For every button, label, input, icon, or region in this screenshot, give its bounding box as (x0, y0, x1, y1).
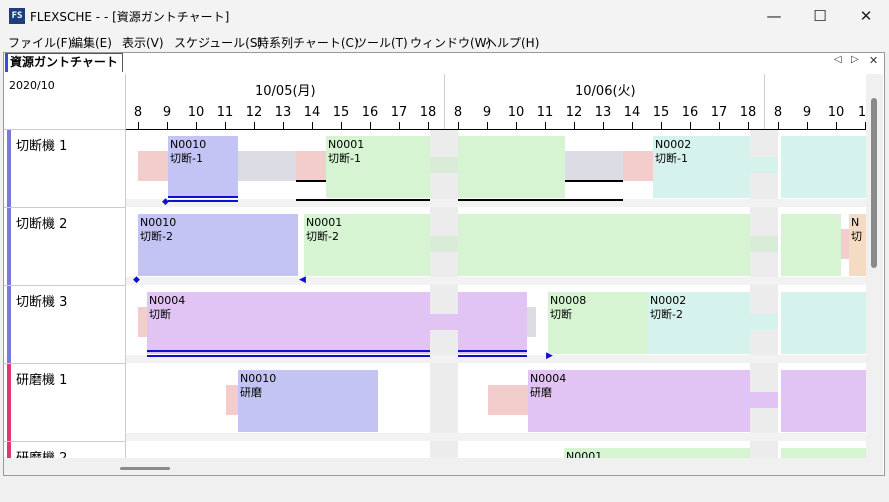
menu-view[interactable]: 表示(V) (122, 34, 164, 51)
hour-label: 9 (802, 105, 812, 120)
vertical-scroll-thumb[interactable] (871, 98, 877, 268)
hour-label: 9 (482, 105, 492, 120)
hour-label: 9 (162, 105, 172, 120)
resource-label[interactable]: 研磨機 2 (4, 442, 126, 458)
menu-file[interactable]: ファイル(F) (8, 34, 72, 51)
hour-label: 17 (710, 105, 728, 120)
operation-bar[interactable]: N0001 切断-2 (304, 214, 430, 276)
tab-resource-gantt[interactable]: 資源ガントチャート (5, 53, 123, 72)
operation-bar[interactable] (781, 214, 841, 276)
operation-bar[interactable] (781, 370, 866, 432)
operation-bar[interactable] (781, 292, 866, 354)
menu-edit[interactable]: 編集(E) (71, 34, 112, 51)
hour-label: 1 (857, 105, 866, 120)
operation-bar[interactable]: N0004 研磨 (528, 370, 750, 432)
operation-bar[interactable]: N0010 切断-1 (168, 136, 238, 198)
hour-label: 11 (216, 105, 234, 120)
hour-label: 13 (594, 105, 612, 120)
resource-label[interactable]: 切断機 1 (4, 130, 126, 208)
menu-help[interactable]: ヘルプ(H) (485, 34, 539, 51)
operation-bar[interactable]: N0001 切断-1 (326, 136, 430, 198)
tab-close-icon[interactable]: ✕ (869, 54, 878, 67)
title-bar: FS FLEXSCHE - - [資源ガントチャート] — ☐ ✕ (0, 0, 889, 32)
operation-bar[interactable] (458, 136, 565, 198)
operation-bar[interactable]: N0001 (564, 448, 750, 458)
hour-label: 17 (390, 105, 408, 120)
hour-label: 13 (274, 105, 292, 120)
operation-bar[interactable]: N0002 切断-1 (653, 136, 750, 198)
off-shift-band (430, 130, 458, 458)
window-title: FLEXSCHE - - [資源ガントチャート] (30, 10, 230, 24)
hour-label: 14 (303, 105, 321, 120)
hour-label: 11 (536, 105, 554, 120)
hour-label: 10 (187, 105, 205, 120)
operation-bar[interactable]: N0004 切断 (147, 292, 430, 354)
menu-bar: ファイル(F) 編集(E) 表示(V) スケジュール(S) 時系列チャート(C)… (0, 32, 889, 52)
link-marker-icon: ◀ (299, 275, 306, 285)
year-month-label: 2020/10 (9, 79, 55, 92)
link-marker-icon: ◆ (162, 197, 169, 207)
hour-label: 15 (652, 105, 670, 120)
operation-bar[interactable] (781, 136, 866, 198)
menu-tools[interactable]: ツール(T) (355, 34, 408, 51)
hour-label: 10 (827, 105, 845, 120)
app-icon: FS (9, 8, 25, 24)
menu-timeseries-chart[interactable]: 時系列チャート(C) (257, 34, 359, 51)
operation-bar[interactable] (458, 292, 527, 354)
hour-label: 16 (681, 105, 699, 120)
operation-bar[interactable]: N切 (849, 214, 866, 276)
hour-label: 18 (739, 105, 757, 120)
minimize-button[interactable]: — (751, 0, 797, 32)
hour-label: 12 (245, 105, 263, 120)
gantt-chart: 2020/10 10/05(月) 10/06(火) 8 9 10 11 12 1… (4, 74, 866, 458)
hour-label: 16 (361, 105, 379, 120)
operation-bar[interactable]: N0002 切断-2 (648, 292, 750, 354)
operation-bar[interactable]: N0010 切断-2 (138, 214, 298, 276)
resource-label[interactable]: 研磨機 1 (4, 364, 126, 442)
tab-prev-icon[interactable]: ◁ (834, 54, 842, 65)
hour-label: 12 (565, 105, 583, 120)
hour-label: 14 (623, 105, 641, 120)
menu-schedule[interactable]: スケジュール(S) (174, 34, 262, 51)
menu-window[interactable]: ウィンドウ(W) (410, 34, 491, 51)
hour-label: 10 (507, 105, 525, 120)
gantt-header-corner: 2020/10 (4, 74, 126, 130)
link-marker-icon: ◆ (133, 275, 140, 285)
tab-next-icon[interactable]: ▷ (851, 54, 859, 65)
resource-label[interactable]: 切断機 2 (4, 208, 126, 286)
hour-label: 15 (332, 105, 350, 120)
hour-scale: 8 9 10 11 12 13 14 15 16 17 18 8 9 10 11… (126, 74, 866, 130)
operation-bar[interactable] (781, 448, 866, 458)
operation-bar[interactable]: N0008 切断 (548, 292, 648, 354)
off-shift-band (750, 130, 778, 458)
close-button[interactable]: ✕ (843, 0, 889, 32)
maximize-button[interactable]: ☐ (797, 0, 843, 32)
gantt-rows: 切断機 1 切断機 2 切断機 3 研磨機 1 研磨機 2 N0010切断-1 … (4, 130, 866, 458)
hour-label: 8 (133, 105, 143, 120)
hour-label: 8 (453, 105, 463, 120)
resource-label[interactable]: 切断機 3 (4, 286, 126, 364)
operation-bar[interactable]: N0010 研磨 (238, 370, 378, 432)
horizontal-scroll-thumb[interactable] (120, 467, 170, 470)
link-marker-icon: ▶ (546, 351, 553, 361)
hour-label: 8 (773, 105, 783, 120)
operation-bar[interactable] (458, 214, 750, 276)
hour-label: 18 (419, 105, 437, 120)
